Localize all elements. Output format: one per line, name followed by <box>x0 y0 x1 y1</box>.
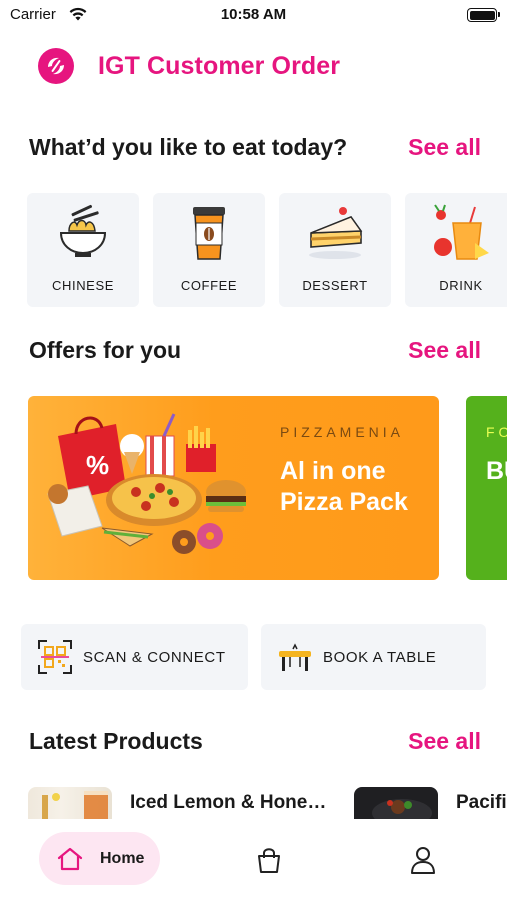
noodle-bowl-icon <box>59 204 107 257</box>
app-title: IGT Customer Order <box>98 51 341 80</box>
fruit-drink-icon <box>434 204 489 260</box>
offer-title: Al in one Pizza Pack <box>280 457 408 516</box>
tab-home[interactable]: Home <box>39 832 160 885</box>
fork-knife-logo-icon <box>38 48 74 84</box>
category-chinese[interactable]: CHINESE <box>27 193 139 307</box>
product-name: Pacifi <box>456 792 507 813</box>
profile-icon[interactable] <box>410 846 436 874</box>
book-table-label: BOOK A TABLE <box>323 648 437 666</box>
categories-header: What’d you like to eat today? See all <box>29 134 481 161</box>
latest-title: Latest Products <box>29 728 203 754</box>
category-label: DRINK <box>439 278 483 293</box>
categories-title: What’d you like to eat today? <box>29 134 348 160</box>
status-bar: Carrier 10:58 AM <box>0 0 507 32</box>
offers-header: Offers for you See all <box>29 337 481 364</box>
svg-text:%: % <box>86 450 109 480</box>
latest-products-list: Iced Lemon & Hone… Pacifi <box>28 787 507 819</box>
offer-card-secondary[interactable]: FO BU G FR <box>466 396 507 580</box>
coffee-cup-icon <box>193 207 225 260</box>
bottom-tab-bar: Home <box>0 820 507 900</box>
shopping-bag-icon[interactable] <box>255 846 283 874</box>
qr-scan-icon <box>38 640 72 674</box>
category-label: CHINESE <box>52 278 114 293</box>
category-drink[interactable]: DRINK <box>405 193 507 307</box>
product-thumbnail <box>28 787 112 819</box>
offers-carousel: % PIZZAMENIA Al in one Pizza Pack F B <box>28 396 507 580</box>
product-thumbnail <box>354 787 438 819</box>
tab-home-label: Home <box>100 849 145 867</box>
offers-see-all-link[interactable]: See all <box>408 337 481 364</box>
offer-card-pizzamenia[interactable]: % PIZZAMENIA Al in one Pizza Pack <box>28 396 439 580</box>
category-coffee[interactable]: COFFEE <box>153 193 265 307</box>
cake-slice-icon <box>309 207 363 259</box>
offer-brand: FO <box>486 424 507 440</box>
category-dessert[interactable]: DESSERT <box>279 193 391 307</box>
app-header: IGT Customer Order <box>38 48 340 84</box>
scan-connect-button[interactable]: SCAN & CONNECT <box>21 624 248 690</box>
categories-see-all-link[interactable]: See all <box>408 134 481 161</box>
offer-brand: PIZZAMENIA <box>280 424 405 440</box>
fast-food-illustration: % <box>47 413 246 554</box>
table-icon <box>279 643 311 671</box>
latest-header: Latest Products See all <box>29 728 481 755</box>
home-icon <box>57 847 83 870</box>
product-name: Iced Lemon & Hone… <box>130 792 327 813</box>
clock: 10:58 AM <box>220 6 287 23</box>
battery-icon <box>467 8 500 22</box>
offers-title: Offers for you <box>29 337 182 363</box>
category-list: CHINESE COFFEE DESSERT DRINK <box>27 193 507 307</box>
product-item[interactable]: Iced Lemon & Hone… <box>28 787 326 819</box>
product-item[interactable]: Pacifi <box>354 787 507 819</box>
scan-connect-label: SCAN & CONNECT <box>83 648 226 666</box>
offer-title: BU G FR <box>486 457 507 485</box>
category-label: COFFEE <box>180 278 238 293</box>
category-label: DESSERT <box>302 278 368 293</box>
book-table-button[interactable]: BOOK A TABLE <box>261 624 486 690</box>
latest-see-all-link[interactable]: See all <box>408 728 481 755</box>
